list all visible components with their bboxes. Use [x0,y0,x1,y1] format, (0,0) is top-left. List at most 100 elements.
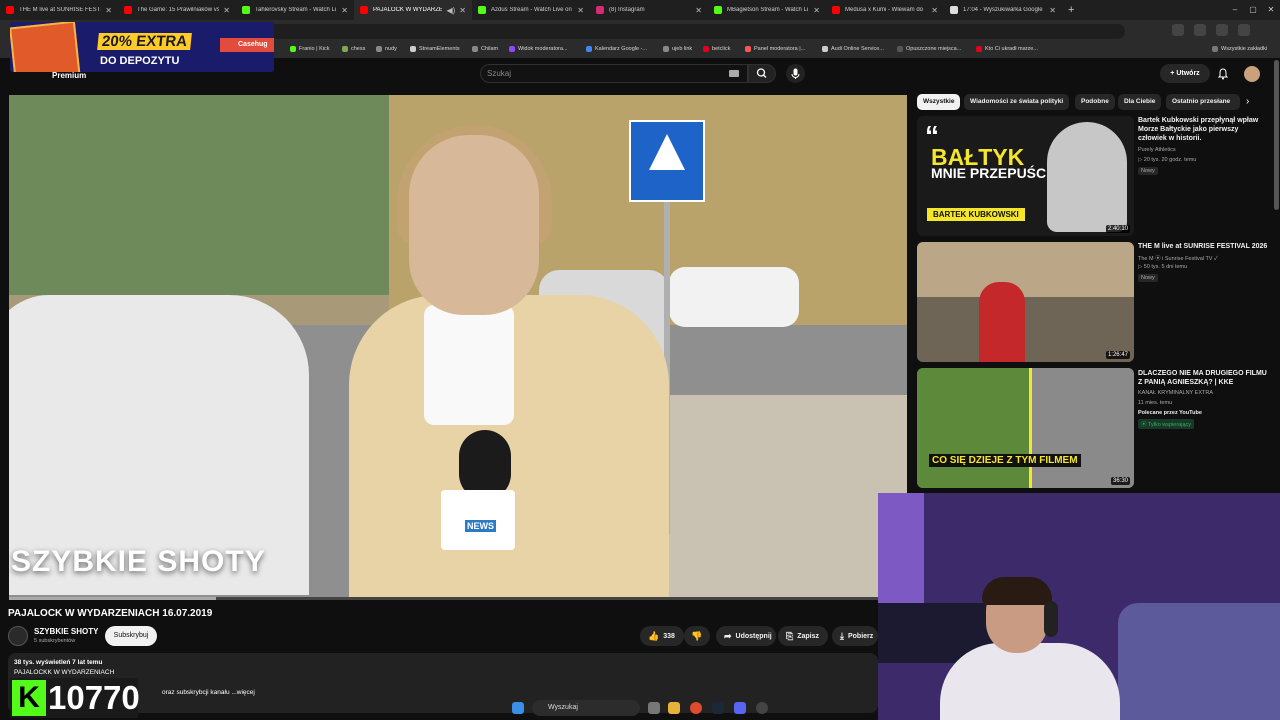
recommendation-thumbnail[interactable]: “ BAŁTYK MNIE PRZEPUŚCIŁ BARTEK KUBKOWSK… [917,116,1134,236]
browser-tab[interactable]: The Game: 15 Prawilniaków vs ✕ [118,0,236,20]
bookmark[interactable]: ujeb link [663,46,692,52]
video-progress-bar[interactable] [9,597,907,600]
recommendation-channel[interactable]: KANAŁ KRYMINALNY EXTRA [1138,390,1213,396]
neon-light [878,493,924,603]
youtube-premium-label[interactable]: Premium [52,71,86,80]
voice-search-button[interactable] [786,64,805,83]
bookmark[interactable]: betclick [703,46,730,52]
video-duration: 1:26:47 [1105,351,1130,359]
recommendation-thumbnail[interactable]: CO SIĘ DZIEJE Z TYM FILMEM 36:30 [917,368,1134,488]
browser-tab[interactable]: THE M live at SUNRISE FESTIVAL✕ [0,0,118,20]
ad-deposit-text: DO DEPOZYTU [100,55,180,67]
bookmark[interactable]: Kalendarz Google -... [586,46,647,52]
notifications-bell-icon[interactable] [1217,68,1229,80]
close-tab-icon[interactable]: ✕ [459,6,466,15]
close-tab-icon[interactable]: ✕ [577,6,584,15]
description-more[interactable]: oraz subskrybcji kanału ...więcej [162,689,255,696]
bookmark[interactable]: Opuszczone miejsca... [897,46,961,52]
browser-tab-strip: THE M live at SUNRISE FESTIVAL✕ The Game… [0,0,1280,20]
video-player[interactable]: SZYBKIE SHOTY [9,95,907,600]
obs-icon[interactable] [756,702,768,714]
subscribe-button[interactable]: Subskrybuj [105,626,157,646]
keyboard-icon[interactable] [729,70,739,77]
create-button[interactable]: + Utwórz [1160,64,1210,83]
close-tab-icon[interactable]: ✕ [223,6,230,15]
dislike-button[interactable]: 👎 [684,626,710,646]
bookmark[interactable]: Chilam [472,46,498,52]
browser-tab[interactable]: (8) Instagram ✕ [590,0,708,20]
chevron-right-icon[interactable]: › [1246,96,1249,107]
recommendation-meta: ▷ 20 tys. 20 godz. temu [1138,157,1197,163]
new-tab-button[interactable]: + [1068,4,1074,16]
browser-tab[interactable]: Tahlerovsky Stream - Watch Li ✕ [236,0,354,20]
video-progress-fill [9,597,216,600]
extension-icon[interactable] [1194,24,1206,36]
bookmark[interactable]: chess [342,46,365,52]
browser-tab[interactable]: Azdus Stream - Watch Live on ✕ [472,0,590,20]
bookmark[interactable]: Franio | Kick [290,46,329,52]
close-window-icon[interactable]: ✕ [1262,0,1280,20]
account-avatar[interactable] [1244,66,1260,82]
bookmark[interactable]: Panel moderatora |... [745,46,805,52]
bookmark[interactable]: Audi Online Service... [822,46,884,52]
share-button[interactable]: ➦ Udostępnij [716,626,776,646]
all-bookmarks[interactable]: Wszystkie zakładki [1212,46,1267,52]
recommendation-title[interactable]: DLACZEGO NIE MA DRUGIEGO FILMU Z PANIĄ A… [1138,369,1268,387]
page-scrollbar[interactable] [1274,60,1279,210]
chrome-icon[interactable] [690,702,702,714]
chip-for-you[interactable]: Dla Ciebie [1118,94,1162,110]
channel-avatar[interactable] [8,626,28,646]
browser-tab[interactable]: 17:04 - Wyszukiwarka Google ✕ [944,0,1062,20]
maximize-icon[interactable]: ▢ [1244,0,1262,20]
close-tab-icon[interactable]: ✕ [813,6,820,15]
bookmark[interactable]: StreamElements [410,46,460,52]
steam-icon[interactable] [712,702,724,714]
channel-name[interactable]: SZYBKIE SHOTY [34,627,98,636]
new-badge: Nowy [1138,274,1158,282]
treasure-chest-icon [10,22,81,72]
close-tab-icon[interactable]: ✕ [695,6,702,15]
video-title: PAJALOCK W WYDARZENIACH 16.07.2019 [8,608,213,619]
close-tab-icon[interactable]: ✕ [1049,6,1056,15]
search-icon [756,68,767,78]
chip-politics[interactable]: Wiadomości ze świata polityki [964,94,1070,110]
search-input[interactable]: Szukaj [480,64,748,83]
download-button[interactable]: ⤓ Pobierz [832,626,878,646]
recommendation-channel[interactable]: The M ⦿ i Sunrise Festival TV ✓ [1138,254,1218,262]
chip-all[interactable]: Wszystkie [917,94,961,110]
browser-tab[interactable]: Medusa x Kumi - Wlewam do ✕ [826,0,944,20]
extension-icon[interactable] [1216,24,1228,36]
close-tab-icon[interactable]: ✕ [341,6,348,15]
browser-tab-active[interactable]: PAJALOCK W WYDARZENI ◀) ✕ [354,0,472,20]
bookmark[interactable]: nudy [376,46,397,52]
chip-recent[interactable]: Ostatnio przesłane [1166,94,1240,110]
file-explorer-icon[interactable] [668,702,680,714]
members-only-badge: ⦿ Tylko wspierający [1138,419,1195,429]
windows-start-icon[interactable] [512,702,524,714]
search-button[interactable] [748,64,776,83]
close-tab-icon[interactable]: ✕ [105,6,112,15]
youtube-favicon-icon [124,6,132,14]
discord-icon[interactable] [734,702,746,714]
profile-icon[interactable] [1238,24,1250,36]
bookmark[interactable]: Kto Ci ukradł marze... [976,46,1038,52]
recommendation-title[interactable]: THE M live at SUNRISE FESTIVAL 2026 [1138,242,1268,251]
task-view-icon[interactable] [648,702,660,714]
mute-tab-icon[interactable]: ◀) [446,6,455,15]
taskbar-search[interactable]: Wyszukaj [532,700,640,716]
like-button[interactable]: 👍 338 [640,626,684,646]
recommendation-channel[interactable]: Purely Athletics [1138,147,1176,153]
close-tab-icon[interactable]: ✕ [931,6,938,15]
chip-similar[interactable]: Podobne [1075,94,1115,110]
bookmark[interactable]: Widok moderatora... [509,46,568,52]
address-bar[interactable] [270,24,1125,39]
recommendation-title[interactable]: Bartek Kubkowski przepłynął wpław Morze … [1138,116,1268,143]
crosswalk-sign-icon [629,120,705,202]
save-button[interactable]: ⎘ Zapisz [778,626,828,646]
browser-tab[interactable]: MBagietson Stream - Watch Li ✕ [708,0,826,20]
minimize-icon[interactable]: – [1226,0,1244,20]
recommendation-thumbnail[interactable]: 1:26:47 [917,242,1134,362]
recommended-by-youtube: Polecane przez YouTube [1138,410,1202,416]
video-frame-car [669,267,799,327]
extension-icon[interactable] [1172,24,1184,36]
